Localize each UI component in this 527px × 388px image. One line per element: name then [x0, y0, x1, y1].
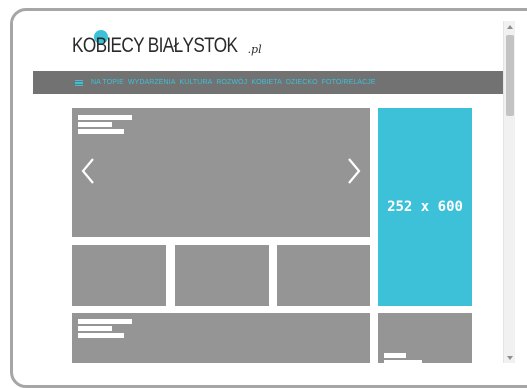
featured-article[interactable] [72, 313, 370, 363]
nav-items: NA TOPIE WYDARZENIA KULTURA ROZWÓJ KOBIE… [91, 79, 376, 86]
slider-prev-arrow-icon[interactable] [81, 158, 95, 184]
scroll-down-arrow-icon[interactable] [507, 356, 513, 360]
featured-slider[interactable] [72, 108, 370, 237]
page-viewport: KOBIECY BIAŁYSTOK .pl NA TOPIE WYDARZENI… [13, 21, 503, 363]
nav-item-wydarzenia[interactable]: WYDARZENIA [128, 79, 176, 86]
article-title-line [78, 333, 124, 338]
logo-text: KOBIECY BIAŁYSTOK [72, 34, 238, 57]
ad-banner-placeholder[interactable]: 252 x 600 [378, 108, 472, 306]
nav-item-na-topie[interactable]: NA TOPIE [91, 79, 124, 86]
site-logo[interactable]: KOBIECY BIAŁYSTOK .pl [72, 35, 262, 57]
article-thumbnail[interactable] [277, 245, 370, 306]
slider-title-line [78, 122, 112, 127]
vertical-scrollbar[interactable] [503, 21, 515, 363]
article-title-line [78, 319, 132, 324]
slider-next-arrow-icon[interactable] [347, 158, 361, 184]
ad-size-label: 252 x 600 [387, 199, 463, 215]
nav-item-kultura[interactable]: KULTURA [180, 79, 213, 86]
article-thumbnail[interactable] [175, 245, 269, 306]
main-navigation: NA TOPIE WYDARZENIA KULTURA ROZWÓJ KOBIE… [33, 71, 503, 94]
hamburger-menu-icon[interactable] [75, 79, 83, 86]
nav-item-kobieta[interactable]: KOBIETA [251, 79, 282, 86]
article-title-line [78, 326, 112, 331]
nav-item-foto-relacje[interactable]: FOTO/RELACJE [322, 79, 376, 86]
scroll-up-arrow-icon[interactable] [507, 25, 513, 29]
scrollbar-thumb[interactable] [506, 35, 514, 116]
slider-title-line [78, 115, 132, 120]
nav-item-dziecko[interactable]: DZIECKO [286, 79, 318, 86]
article-title-line [384, 353, 406, 358]
logo-suffix: .pl [247, 43, 262, 56]
sidebar-article[interactable] [378, 313, 472, 363]
nav-item-rozwoj[interactable]: ROZWÓJ [216, 79, 247, 86]
slider-title-line [78, 129, 124, 134]
article-thumbnail[interactable] [72, 245, 166, 306]
